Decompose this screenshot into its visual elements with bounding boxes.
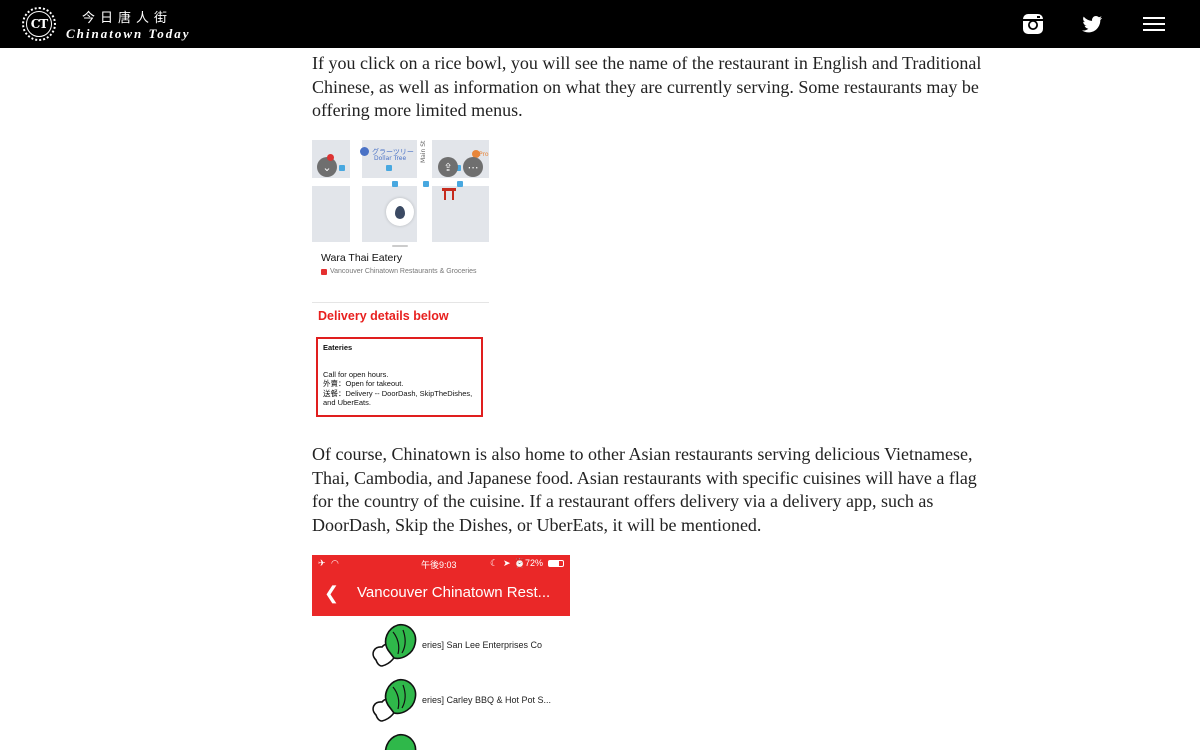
list-item-label: eries] San Lee Enterprises Co	[422, 640, 543, 650]
place-sheet: Wara Thai Eatery Vancouver Chinatown Res…	[312, 242, 489, 303]
collapse-icon[interactable]: ⌄	[317, 157, 337, 177]
back-arrow-icon[interactable]: ❮	[324, 583, 339, 604]
gate-icon	[442, 188, 456, 200]
list-item[interactable]	[368, 730, 568, 750]
paragraph-rice-bowl: If you click on a rice bowl, you will se…	[312, 53, 982, 120]
list-item[interactable]: eries] San Lee Enterprises Co	[368, 620, 568, 672]
transit-icon	[339, 165, 345, 171]
box-heading: Eateries	[323, 343, 353, 352]
category-icon	[321, 269, 327, 275]
map-detail-screenshot: グラーツリー Dollar Tree Main St Pro ⌄ ⇪ ⋯ War…	[312, 140, 489, 420]
location-arrow-icon: ➤	[503, 558, 511, 568]
twitter-icon[interactable]	[1080, 12, 1104, 36]
shop-marker	[360, 147, 369, 156]
share-icon[interactable]: ⇪	[438, 157, 458, 177]
alarm-icon: ⏰	[514, 558, 526, 568]
box-line: 外賣：Open for takeout.	[323, 379, 404, 388]
status-time: 午後9:03	[421, 560, 457, 570]
transit-icon	[423, 181, 429, 187]
transit-icon	[392, 181, 398, 187]
more-options-icon[interactable]: ⋯	[463, 157, 483, 177]
app-header: ✈ ◠ 午後9:03 ☾ ➤ ⏰ 72% ❮ Vancouver Chinato…	[312, 555, 570, 616]
battery-icon	[548, 560, 564, 567]
moon-icon: ☾	[490, 558, 499, 568]
app-title: Vancouver Chinatown Rest...	[357, 584, 551, 601]
place-name: Wara Thai Eatery	[321, 252, 403, 264]
list-view-screenshot: ✈ ◠ 午後9:03 ☾ ➤ ⏰ 72% ❮ Vancouver Chinato…	[312, 555, 570, 750]
list-item[interactable]: eries] Carley BBQ & Hot Pot S...	[368, 675, 568, 727]
battery-level: 72%	[525, 558, 544, 568]
poi-label: Pro	[479, 151, 489, 158]
selected-place-pin[interactable]	[386, 198, 414, 226]
site-title-english[interactable]: Chinatown Today	[66, 26, 191, 42]
transit-icon	[457, 181, 463, 187]
list-item-label: eries] Carley BBQ & Hot Pot S...	[422, 695, 552, 705]
transit-icon	[386, 165, 392, 171]
menu-icon[interactable]	[1142, 12, 1166, 36]
bok-choy-icon	[384, 733, 417, 750]
place-category: Vancouver Chinatown Restaurants & Grocer…	[330, 268, 477, 275]
delivery-details-box: Eateries Call for open hours. 外賣：Open fo…	[316, 337, 483, 417]
top-navigation-bar: CT 今日唐人街 Chinatown Today	[0, 0, 1200, 48]
site-logo[interactable]: CT	[22, 7, 56, 41]
sheet-grabber[interactable]	[392, 245, 408, 247]
wifi-icon: ◠	[331, 558, 339, 568]
box-line: Call for open hours.	[323, 369, 389, 379]
delivery-heading: Delivery details below	[318, 309, 449, 323]
logo-mark: CT	[26, 11, 52, 37]
street-label: Main St	[420, 140, 427, 163]
map-label-dollar-tree: Dollar Tree	[374, 155, 407, 162]
instagram-icon[interactable]	[1021, 12, 1045, 36]
box-line: 送餐：Delivery -- DoorDash, SkipTheDishes, …	[323, 388, 473, 408]
airplane-icon: ✈	[318, 558, 326, 568]
bok-choy-icon	[372, 678, 417, 722]
location-marker	[327, 154, 334, 161]
map-view: グラーツリー Dollar Tree Main St Pro ⌄ ⇪ ⋯	[312, 140, 489, 242]
site-title-chinese[interactable]: 今日唐人街	[82, 7, 172, 26]
bok-choy-icon	[372, 623, 417, 667]
paragraph-asian-restaurants: Of course, Chinatown is also home to oth…	[312, 444, 977, 535]
